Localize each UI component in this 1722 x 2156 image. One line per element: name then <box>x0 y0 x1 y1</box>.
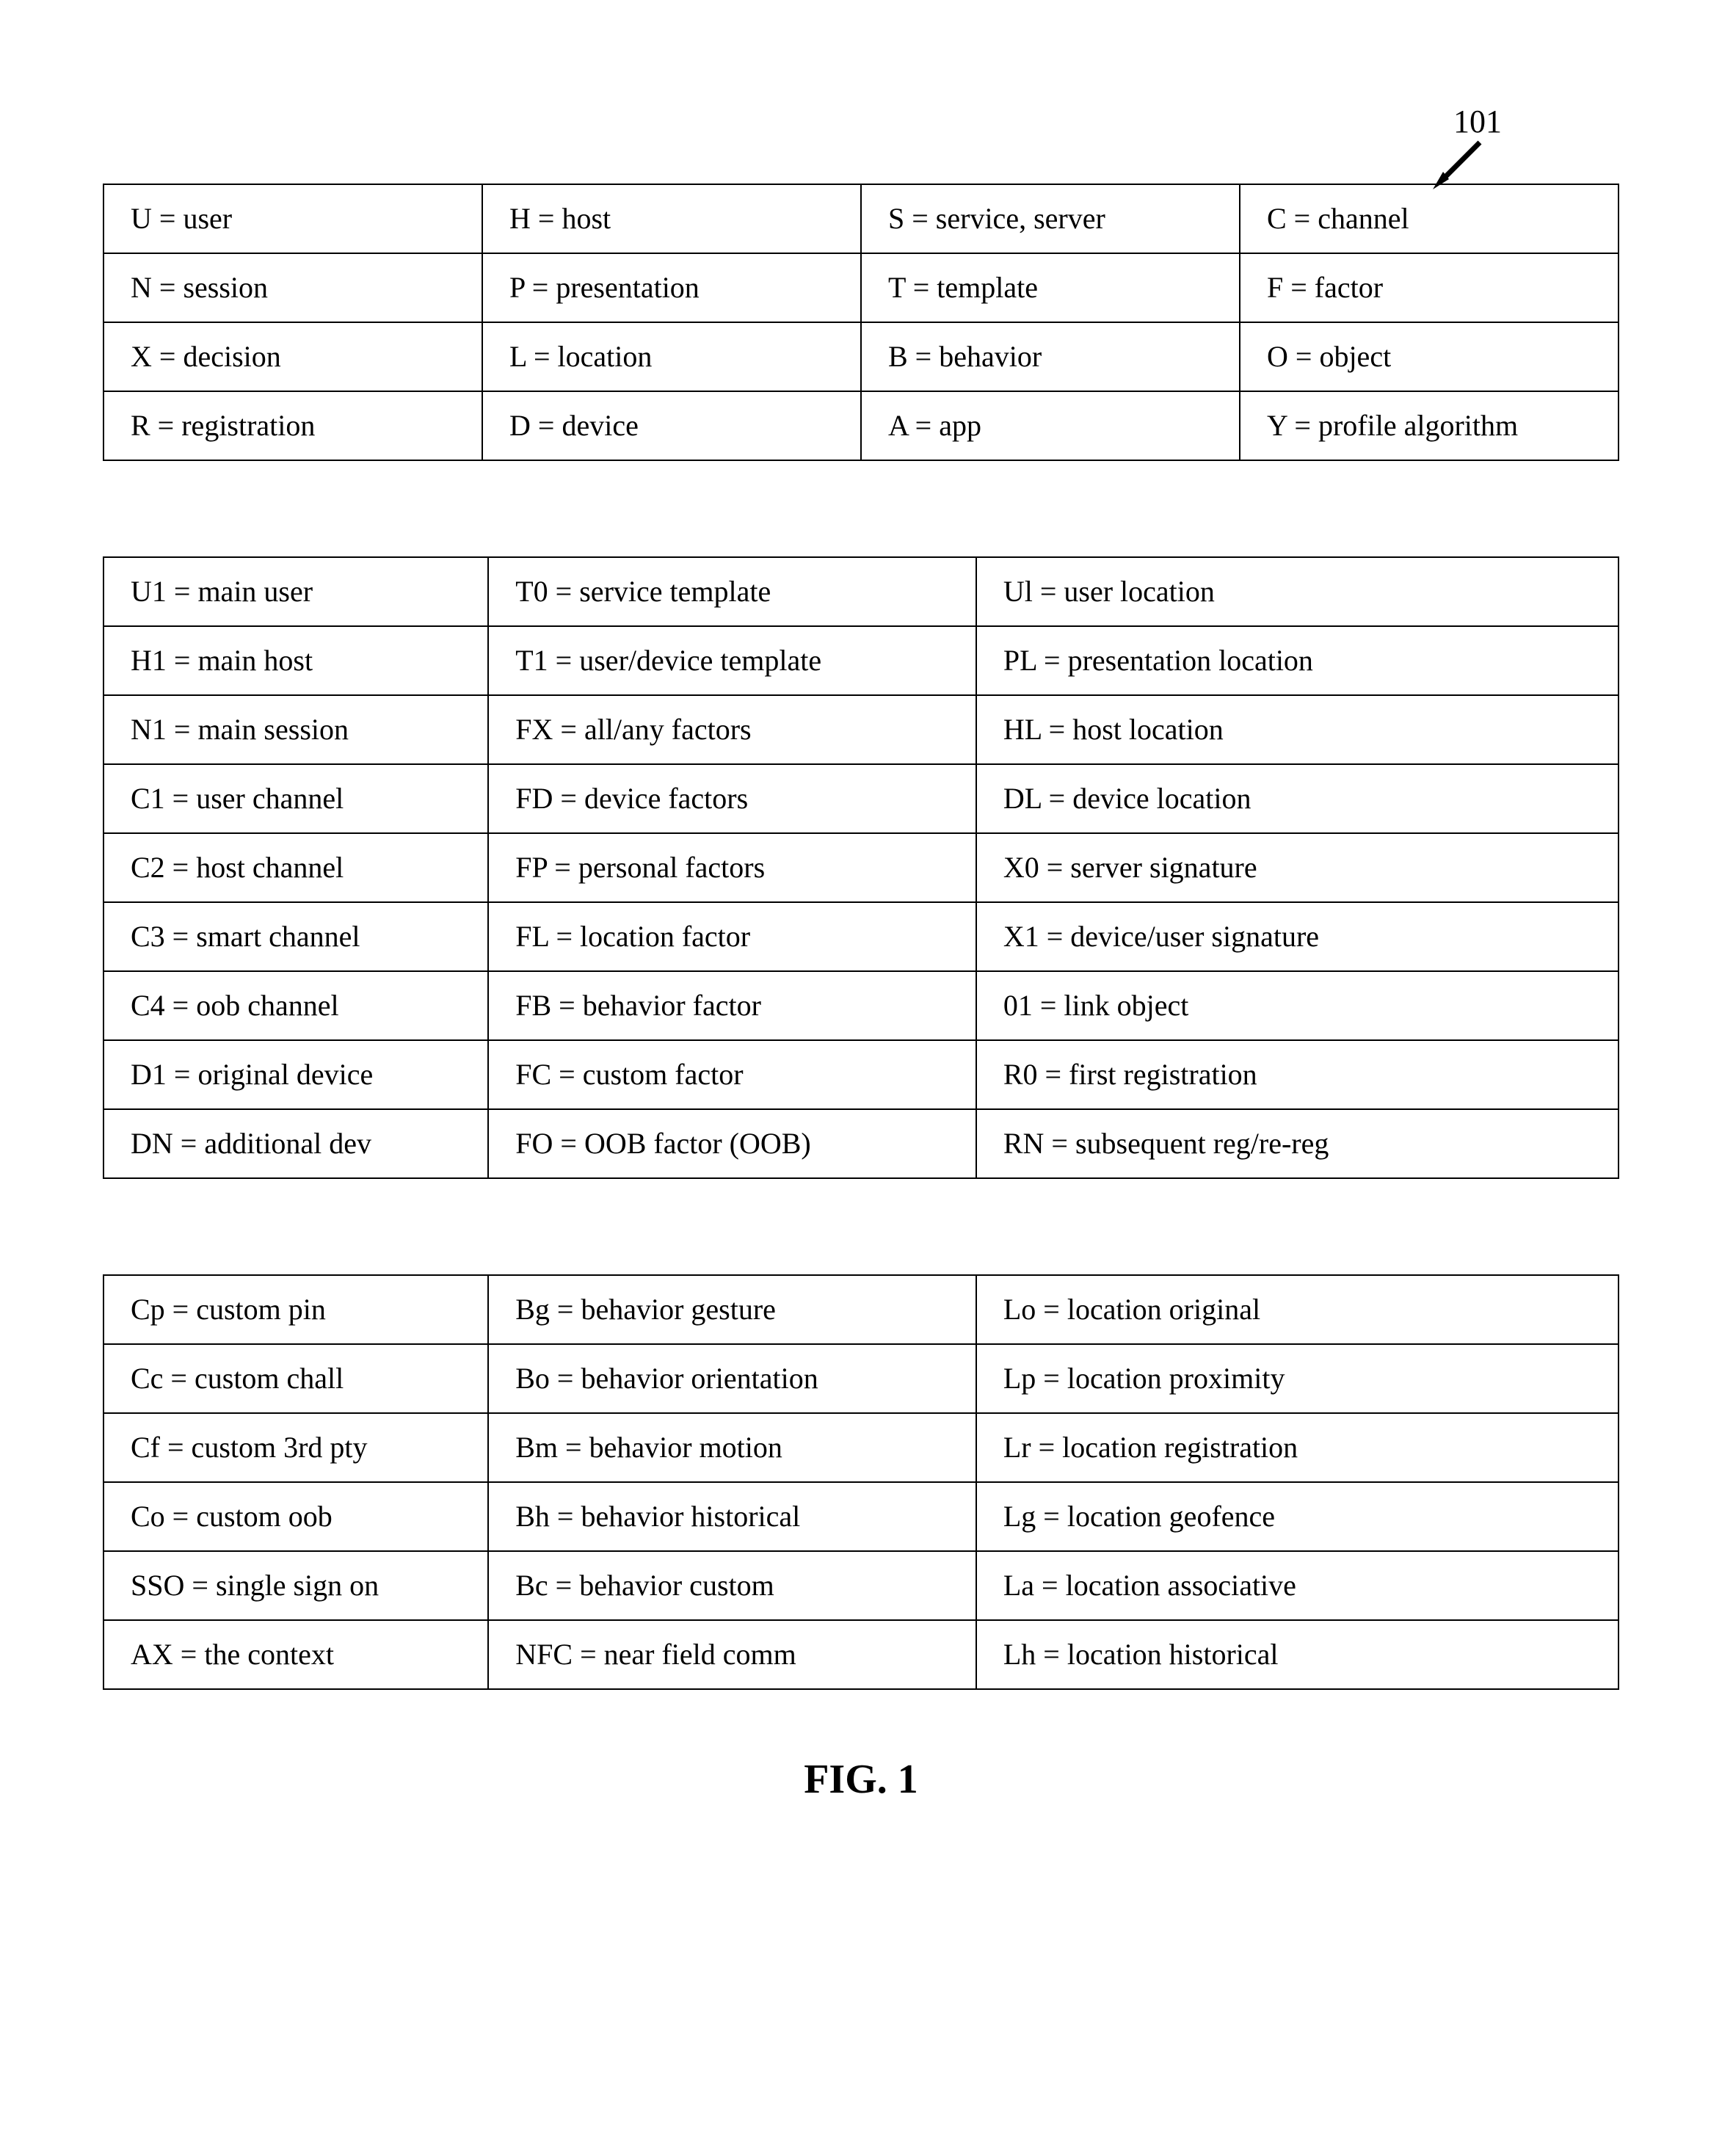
table-row: C1 = user channelFD = device factorsDL =… <box>103 764 1619 833</box>
table-cell: T = template <box>861 253 1240 322</box>
table-row: C2 = host channelFP = personal factorsX0… <box>103 833 1619 902</box>
table-cell: T1 = user/device template <box>488 626 976 695</box>
table-cell: HL = host location <box>976 695 1619 764</box>
table-cell: Y = profile algorithm <box>1240 391 1619 460</box>
table-row: N1 = main sessionFX = all/any factorsHL … <box>103 695 1619 764</box>
table-cell: RN = subsequent reg/re-reg <box>976 1109 1619 1178</box>
table-cell: D = device <box>482 391 861 460</box>
table-cell: Bo = behavior orientation <box>488 1344 976 1413</box>
table-cell: S = service, server <box>861 184 1240 253</box>
table-row: Co = custom oobBh = behavior historicalL… <box>103 1482 1619 1551</box>
table-cell: O = object <box>1240 322 1619 391</box>
table-cell: H = host <box>482 184 861 253</box>
table-cell: Lr = location registration <box>976 1413 1619 1482</box>
table-cell: FX = all/any factors <box>488 695 976 764</box>
table-cell: A = app <box>861 391 1240 460</box>
table-cell: 01 = link object <box>976 971 1619 1040</box>
legend-table-2: U1 = main userT0 = service templateUl = … <box>103 556 1619 1179</box>
table-cell: X = decision <box>103 322 482 391</box>
table-cell: FO = OOB factor (OOB) <box>488 1109 976 1178</box>
table-cell: Co = custom oob <box>103 1482 488 1551</box>
table-cell: C2 = host channel <box>103 833 488 902</box>
table-cell: F = factor <box>1240 253 1619 322</box>
table-row: Cp = custom pinBg = behavior gestureLo =… <box>103 1275 1619 1344</box>
table-cell: DL = device location <box>976 764 1619 833</box>
table-row: U1 = main userT0 = service templateUl = … <box>103 557 1619 626</box>
table-cell: X1 = device/user signature <box>976 902 1619 971</box>
figure-caption: FIG. 1 <box>103 1756 1619 1803</box>
table-row: H1 = main hostT1 = user/device templateP… <box>103 626 1619 695</box>
table-cell: Cf = custom 3rd pty <box>103 1413 488 1482</box>
table-cell: T0 = service template <box>488 557 976 626</box>
table-row: N = sessionP = presentationT = templateF… <box>103 253 1619 322</box>
table-cell: NFC = near field comm <box>488 1620 976 1689</box>
table-row: U = userH = hostS = service, serverC = c… <box>103 184 1619 253</box>
table-cell: B = behavior <box>861 322 1240 391</box>
table-cell: PL = presentation location <box>976 626 1619 695</box>
table-cell: Bg = behavior gesture <box>488 1275 976 1344</box>
table-row: R = registrationD = deviceA = appY = pro… <box>103 391 1619 460</box>
table-cell: R = registration <box>103 391 482 460</box>
table-cell: SSO = single sign on <box>103 1551 488 1620</box>
table-cell: FD = device factors <box>488 764 976 833</box>
table-cell: FB = behavior factor <box>488 971 976 1040</box>
reference-callout: 101 <box>103 103 1619 184</box>
table-cell: D1 = original device <box>103 1040 488 1109</box>
table-cell: H1 = main host <box>103 626 488 695</box>
table-cell: Bc = behavior custom <box>488 1551 976 1620</box>
table-cell: AX = the context <box>103 1620 488 1689</box>
table-cell: FP = personal factors <box>488 833 976 902</box>
table-cell: Cp = custom pin <box>103 1275 488 1344</box>
table-cell: U1 = main user <box>103 557 488 626</box>
table-cell: L = location <box>482 322 861 391</box>
table-row: Cc = custom challBo = behavior orientati… <box>103 1344 1619 1413</box>
table-row: X = decisionL = locationB = behaviorO = … <box>103 322 1619 391</box>
arrow-icon <box>1428 135 1494 201</box>
table-row: D1 = original deviceFC = custom factorR0… <box>103 1040 1619 1109</box>
table-row: DN = additional devFO = OOB factor (OOB)… <box>103 1109 1619 1178</box>
table-cell: N1 = main session <box>103 695 488 764</box>
table-cell: N = session <box>103 253 482 322</box>
table-cell: C1 = user channel <box>103 764 488 833</box>
table-row: C4 = oob channelFB = behavior factor01 =… <box>103 971 1619 1040</box>
table-row: AX = the contextNFC = near field commLh … <box>103 1620 1619 1689</box>
table-cell: La = location associative <box>976 1551 1619 1620</box>
legend-table-3: Cp = custom pinBg = behavior gestureLo =… <box>103 1274 1619 1690</box>
table-cell: Cc = custom chall <box>103 1344 488 1413</box>
table-row: Cf = custom 3rd ptyBm = behavior motionL… <box>103 1413 1619 1482</box>
legend-table-1: U = userH = hostS = service, serverC = c… <box>103 184 1619 461</box>
table-cell: P = presentation <box>482 253 861 322</box>
table-row: C3 = smart channelFL = location factorX1… <box>103 902 1619 971</box>
table-cell: FL = location factor <box>488 902 976 971</box>
table-cell: X0 = server signature <box>976 833 1619 902</box>
table-cell: C4 = oob channel <box>103 971 488 1040</box>
table-cell: Lg = location geofence <box>976 1482 1619 1551</box>
table-cell: Lh = location historical <box>976 1620 1619 1689</box>
table-cell: C3 = smart channel <box>103 902 488 971</box>
table-cell: FC = custom factor <box>488 1040 976 1109</box>
table-cell: Bh = behavior historical <box>488 1482 976 1551</box>
table-cell: Lp = location proximity <box>976 1344 1619 1413</box>
table-row: SSO = single sign onBc = behavior custom… <box>103 1551 1619 1620</box>
table-cell: R0 = first registration <box>976 1040 1619 1109</box>
table-cell: U = user <box>103 184 482 253</box>
table-cell: Ul = user location <box>976 557 1619 626</box>
table-cell: DN = additional dev <box>103 1109 488 1178</box>
table-cell: Lo = location original <box>976 1275 1619 1344</box>
table-cell: Bm = behavior motion <box>488 1413 976 1482</box>
